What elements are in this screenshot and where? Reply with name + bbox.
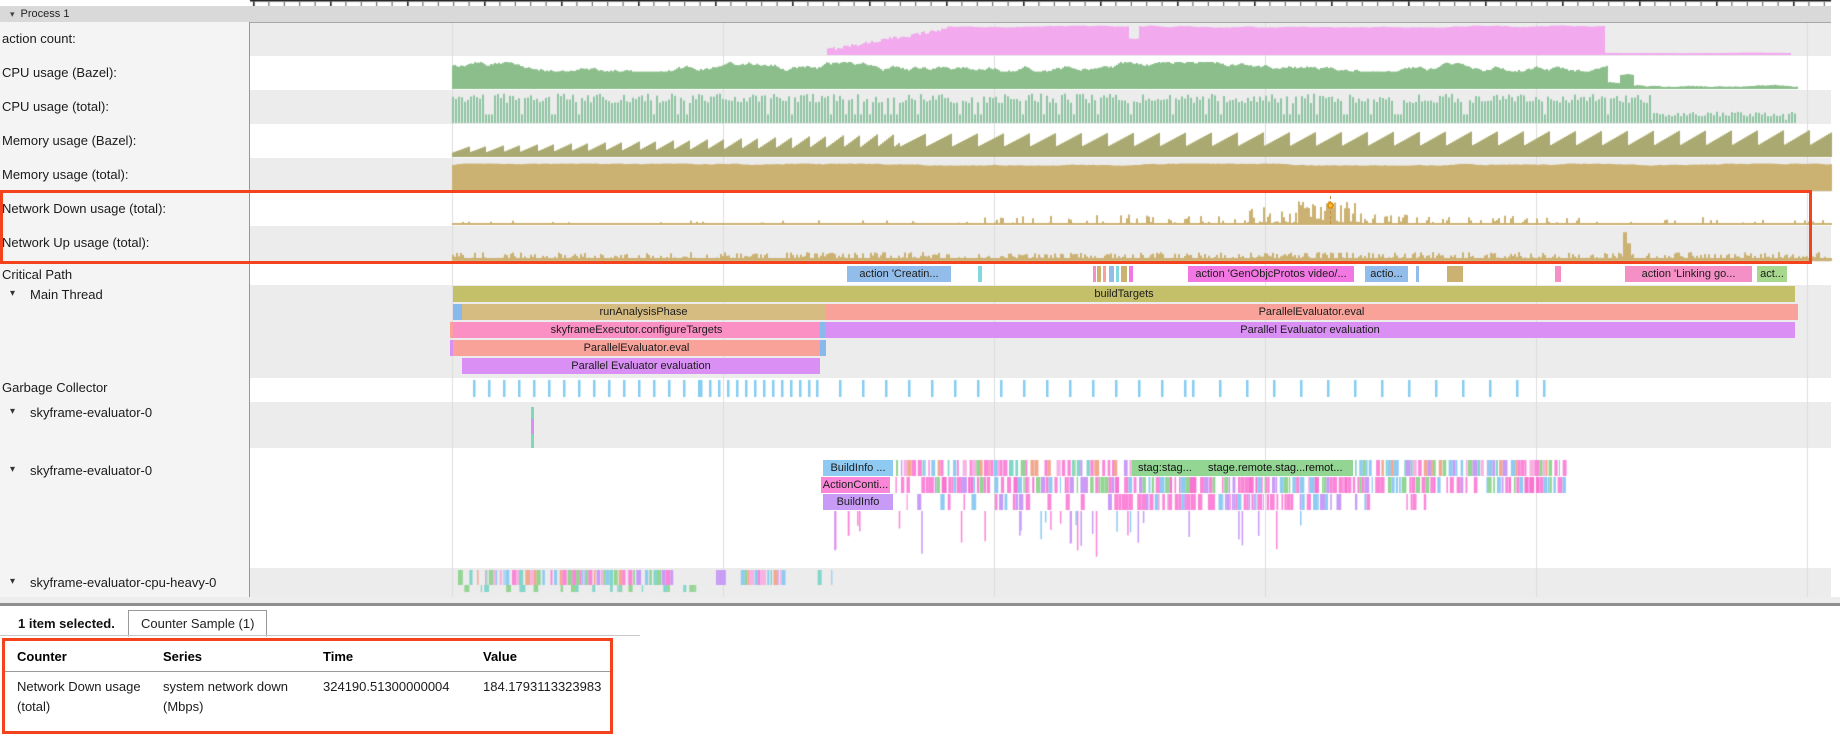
critical-path-slice[interactable]: [1103, 266, 1106, 282]
track-label-critical-path: Critical Path: [2, 267, 72, 282]
collapse-icon[interactable]: ▾: [10, 9, 15, 19]
critical-path-slice[interactable]: [1129, 266, 1133, 282]
chevron-down-icon[interactable]: ▾: [10, 406, 15, 417]
trace-viewer: ▾ Process 1 action count: CPU usage (Bazel…: [0, 0, 1840, 742]
evaluator-slice[interactable]: BuildInfo ...: [823, 460, 893, 476]
track-label-garbage-collector: Garbage Collector: [2, 380, 108, 395]
chevron-down-icon[interactable]: ▾: [10, 464, 15, 475]
critical-path-slice[interactable]: [1121, 266, 1127, 282]
selected-sample-line: [1330, 196, 1331, 224]
cell-counter-line1: Network Down usage: [17, 679, 141, 694]
main-thread-slice[interactable]: ParallelEvaluator.eval: [453, 340, 820, 356]
cell-counter-line2: (total): [17, 699, 50, 714]
evaluator-slice-label: stage.remote.stag...remot...: [1208, 460, 1343, 476]
chevron-down-icon[interactable]: ▾: [10, 576, 15, 587]
critical-path-slice[interactable]: action 'GenObjcProtos video/...: [1188, 266, 1354, 282]
critical-path-slice[interactable]: [978, 266, 982, 282]
col-header-value: Value: [483, 649, 517, 664]
track-label-action-count: action count:: [2, 31, 76, 46]
critical-path-slice[interactable]: [1093, 266, 1096, 282]
track-label-skyframe-evaluator-0a[interactable]: skyframe-evaluator-0: [30, 405, 152, 420]
evaluator-slice[interactable]: ActionConti...: [821, 477, 890, 493]
process-header-label: Process 1: [21, 8, 70, 20]
evaluator-slice[interactable]: BuildInfo: [823, 494, 893, 510]
chevron-down-icon[interactable]: ▾: [10, 288, 15, 299]
critical-path-slice[interactable]: action 'Creatin...: [847, 266, 951, 282]
cell-value: 184.1793113323983: [483, 679, 601, 694]
tabs-rule: [0, 635, 640, 636]
main-thread-slice[interactable]: skyframeExecutor.configureTargets: [453, 322, 820, 338]
counter-sample-table-highlight-box: Counter Series Time Value Network Down u…: [2, 638, 613, 734]
track-label-skyframe-evaluator-cpu-heavy-0[interactable]: skyframe-evaluator-cpu-heavy-0: [30, 575, 216, 590]
main-thread-slice[interactable]: Parallel Evaluator evaluation: [825, 322, 1795, 338]
tab-counter-sample[interactable]: Counter Sample (1): [128, 610, 267, 637]
main-thread-slice[interactable]: runAnalysisPhase: [462, 304, 825, 320]
track-label-cpu-usage-total: CPU usage (total):: [2, 99, 109, 114]
main-thread-slice[interactable]: ParallelEvaluator.eval: [825, 304, 1798, 320]
track-label-memory-usage-bazel: Memory usage (Bazel):: [2, 133, 136, 148]
track-label-network-up-usage-total: Network Up usage (total):: [2, 235, 149, 250]
critical-path-slice[interactable]: [1447, 266, 1463, 282]
critical-path-slice[interactable]: actio...: [1365, 266, 1408, 282]
track-label-network-down-usage-total: Network Down usage (total):: [2, 201, 166, 216]
track-label-cpu-usage-bazel: CPU usage (Bazel):: [2, 65, 117, 80]
selected-sample-dot[interactable]: [1327, 202, 1334, 209]
col-header-series: Series: [163, 649, 202, 664]
process-header[interactable]: ▾ Process 1: [0, 6, 1831, 23]
main-thread-slice[interactable]: buildTargets: [453, 286, 1795, 302]
cell-series-line1: system network down: [163, 679, 288, 694]
track-label-main-thread[interactable]: Main Thread: [30, 287, 103, 302]
critical-path-slice[interactable]: action 'Linking go...: [1625, 266, 1752, 282]
critical-path-slice[interactable]: act...: [1757, 266, 1787, 282]
critical-path-slice[interactable]: [1555, 266, 1561, 282]
main-thread-slice[interactable]: [820, 340, 826, 356]
critical-path-slice[interactable]: [1116, 266, 1119, 282]
cell-series-line2: (Mbps): [163, 699, 203, 714]
main-thread-slice[interactable]: Parallel Evaluator evaluation: [462, 358, 820, 374]
col-header-time: Time: [323, 649, 353, 664]
table-header-rule: [5, 671, 610, 672]
critical-path-slice[interactable]: [1109, 266, 1114, 282]
evaluator-slice-label: stag:stag...: [1138, 460, 1192, 476]
analysis-panel: 1 item selected. Counter Sample (1) Coun…: [0, 597, 1840, 742]
panel-divider-handle[interactable]: [0, 603, 1840, 606]
cell-time: 324190.51300000004: [323, 679, 450, 694]
track-label-memory-usage-total: Memory usage (total):: [2, 167, 128, 182]
critical-path-slice[interactable]: [1097, 266, 1101, 282]
track-label-panel: action count: CPU usage (Bazel): CPU usage…: [0, 22, 250, 597]
selection-status: 1 item selected.: [18, 616, 115, 631]
main-thread-slice[interactable]: [453, 304, 462, 320]
critical-path-slice[interactable]: [1416, 266, 1419, 282]
col-header-counter: Counter: [17, 649, 67, 664]
track-label-skyframe-evaluator-0b[interactable]: skyframe-evaluator-0: [30, 463, 152, 478]
